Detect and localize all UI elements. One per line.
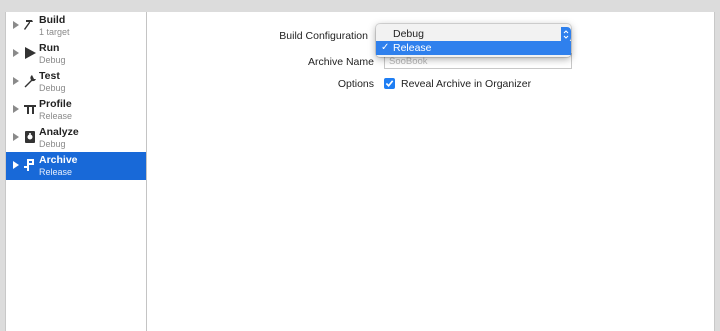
disclosure-triangle-icon[interactable] [13, 161, 19, 169]
archive-name-label: Archive Name [308, 56, 374, 68]
reveal-archive-checkbox[interactable] [384, 78, 395, 89]
sidebar-item-run[interactable]: Run Debug [6, 40, 146, 68]
sidebar-item-build[interactable]: Build 1 target [6, 12, 146, 40]
scheme-item-title: Build [39, 14, 66, 26]
scheme-action-sidebar: Build 1 target Run Debug Test Debug Prof… [6, 12, 147, 331]
analyze-icon [23, 129, 37, 145]
scheme-item-subtitle: Debug [39, 139, 66, 149]
menu-item-label: Release [393, 42, 432, 54]
scheme-item-subtitle: Release [39, 167, 73, 177]
disclosure-triangle-icon[interactable] [13, 21, 19, 29]
build-configuration-label: Build Configuration [279, 30, 368, 42]
scheme-item-subtitle: Debug [39, 83, 66, 93]
options-label: Options [337, 78, 374, 90]
menu-item-debug[interactable]: Debug [376, 27, 571, 41]
disclosure-triangle-icon[interactable] [13, 133, 19, 141]
play-icon [23, 45, 37, 61]
scheme-item-subtitle: 1 target [39, 27, 70, 37]
checkmark-icon: ✓ [381, 42, 390, 53]
scheme-item-subtitle: Debug [39, 55, 66, 65]
scheme-item-subtitle: Release [39, 111, 73, 121]
scheme-item-title: Profile [39, 98, 72, 110]
wrench-icon [23, 73, 37, 89]
sidebar-item-archive[interactable]: Archive Release [6, 152, 146, 180]
gauge-icon [23, 101, 37, 117]
sidebar-item-test[interactable]: Test Debug [6, 68, 146, 96]
sidebar-item-analyze[interactable]: Analyze Debug [6, 124, 146, 152]
menu-item-release[interactable]: ✓ Release [376, 41, 571, 55]
popup-arrows-icon[interactable] [561, 27, 571, 42]
scheme-item-title: Run [39, 42, 60, 54]
archive-settings-pane: Build Configuration Archive Name Options… [148, 12, 714, 331]
scheme-item-title: Archive [39, 154, 78, 166]
disclosure-triangle-icon[interactable] [13, 77, 19, 85]
hammer-icon [23, 17, 37, 33]
scheme-item-title: Analyze [39, 126, 79, 138]
scheme-editor-window: Build 1 target Run Debug Test Debug Prof… [5, 12, 715, 331]
checkmark-icon [385, 80, 394, 87]
disclosure-triangle-icon[interactable] [13, 105, 19, 113]
sidebar-item-profile[interactable]: Profile Release [6, 96, 146, 124]
menu-item-label: Debug [393, 28, 424, 40]
scheme-item-title: Test [39, 70, 60, 82]
archive-icon [23, 157, 37, 173]
build-configuration-menu: Debug ✓ Release [376, 24, 571, 57]
reveal-archive-label: Reveal Archive in Organizer [401, 78, 532, 90]
disclosure-triangle-icon[interactable] [13, 49, 19, 57]
